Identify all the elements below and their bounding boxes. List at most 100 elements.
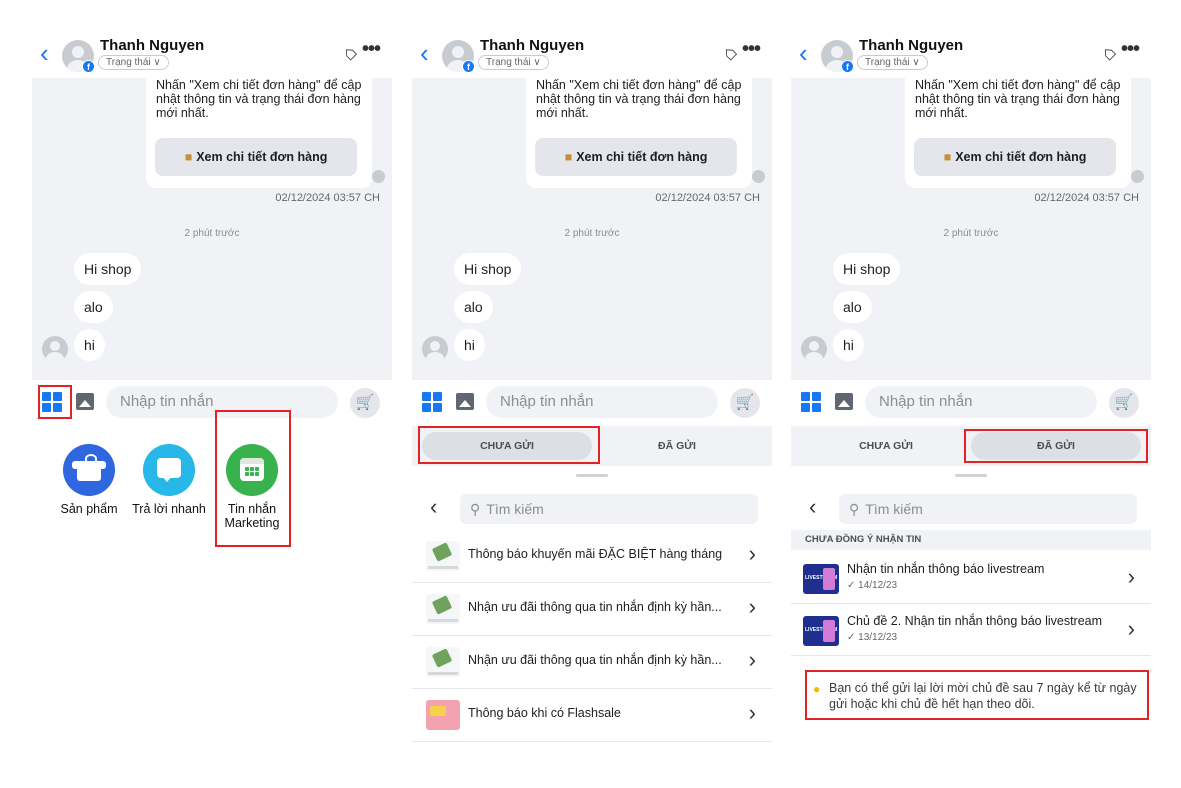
tag-icon[interactable]: ⌂ [338, 41, 363, 66]
message-timestamp: 02/12/2024 03:57 CH [1034, 192, 1139, 204]
tag-icon[interactable]: ⌂ [718, 41, 743, 66]
chat-header: ‹ f Thanh Nguyen Trạng thái ∨ ⌂ ••• [412, 30, 772, 78]
tool-products[interactable]: Sản phẩm [54, 444, 124, 516]
more-icon[interactable]: ••• [1121, 38, 1140, 61]
chevron-right-icon: › [1127, 616, 1135, 641]
view-order-button[interactable]: ■ Xem chi tiết đơn hàng [535, 138, 737, 176]
order-info-text: Nhấn "Xem chi tiết đơn hàng" để cập nhật… [536, 78, 742, 120]
chat-area: Nhấn "Xem chi tiết đơn hàng" để cập nhật… [791, 78, 1151, 380]
sent-sheet: ‹ ⚲ Tìm kiếm CHƯA ĐỒNG Ý NHẬN TIN Nhận ti… [791, 466, 1151, 766]
template-item[interactable]: Nhận ưu đãi thông qua tin nhắn định kỳ h… [412, 583, 772, 636]
view-order-button[interactable]: ■ Xem chi tiết đơn hàng [914, 138, 1116, 176]
tag-icon[interactable]: ⌂ [1097, 41, 1122, 66]
section-label: CHƯA ĐỒNG Ý NHẬN TIN [791, 530, 1151, 550]
topic-item[interactable]: Nhận tin nhắn thông báo livestream ✓ 14/… [791, 552, 1151, 604]
highlight-grid-button [38, 385, 72, 419]
livestream-thumbnail [803, 564, 839, 594]
status-dropdown[interactable]: Trạng thái ∨ [478, 55, 549, 70]
chevron-right-icon: › [748, 647, 756, 672]
contact-name[interactable]: Thanh Nguyen [100, 37, 204, 54]
back-icon[interactable]: ‹ [40, 40, 49, 66]
template-item[interactable]: Nhận ưu đãi thông qua tin nhắn định kỳ h… [412, 636, 772, 689]
order-info-card: Nhấn "Xem chi tiết đơn hàng" để cập nhật… [905, 78, 1131, 188]
tools-panel: Sản phẩm Trả lời nhanh Tin nhắn Marketin… [32, 444, 392, 564]
cart-icon[interactable]: 🛒 [730, 388, 760, 418]
cart-icon[interactable]: 🛒 [350, 388, 380, 418]
chevron-right-icon: › [748, 541, 756, 566]
facebook-icon: f [841, 60, 854, 73]
back-icon[interactable]: ‹ [809, 496, 816, 518]
search-placeholder: Tìm kiếm [865, 501, 923, 517]
message-input[interactable]: Nhập tin nhắn [486, 386, 718, 418]
message-timestamp: 02/12/2024 03:57 CH [275, 192, 380, 204]
package-icon: ■ [564, 150, 573, 164]
flashsale-thumbnail [426, 700, 460, 730]
order-info-text: Nhấn "Xem chi tiết đơn hàng" để cập nhật… [156, 78, 362, 120]
sender-avatar [801, 336, 827, 362]
contact-name[interactable]: Thanh Nguyen [480, 37, 584, 54]
more-icon[interactable]: ••• [742, 38, 761, 61]
tool-quick-reply[interactable]: Trả lời nhanh [130, 444, 208, 516]
search-input[interactable]: ⚲ Tìm kiếm [839, 494, 1137, 524]
template-thumbnail [426, 594, 460, 624]
message-input[interactable]: Nhập tin nhắn [865, 386, 1097, 418]
topic-item[interactable]: Chủ đề 2. Nhận tin nhắn thông báo livest… [791, 604, 1151, 656]
more-icon[interactable]: ••• [362, 38, 381, 61]
sheet-handle[interactable] [955, 474, 987, 477]
view-order-label: Xem chi tiết đơn hàng [196, 150, 328, 164]
image-icon[interactable] [456, 393, 474, 410]
highlight-unsent-tab [418, 426, 600, 464]
product-icon [63, 444, 115, 496]
time-ago: 2 phút trước [564, 228, 620, 239]
highlight-hint [805, 670, 1149, 720]
search-icon: ⚲ [470, 501, 481, 517]
grid-icon[interactable] [422, 392, 442, 412]
sheet-handle[interactable] [576, 474, 608, 477]
image-icon[interactable] [76, 393, 94, 410]
chevron-right-icon: › [748, 594, 756, 619]
chevron-right-icon: › [1127, 564, 1135, 589]
chat-area: Nhấn "Xem chi tiết đơn hàng" để cập nhật… [32, 78, 392, 380]
package-icon: ■ [184, 150, 193, 164]
input-bar: Nhập tin nhắn 🛒 [32, 380, 392, 426]
template-thumbnail [426, 647, 460, 677]
view-order-button[interactable]: ■ Xem chi tiết đơn hàng [155, 138, 357, 176]
facebook-icon: f [82, 60, 95, 73]
template-label: Nhận ưu đãi thông qua tin nhắn định kỳ h… [468, 653, 722, 667]
tab-sent[interactable]: ĐÃ GỬI [592, 432, 762, 460]
status-dropdown[interactable]: Trạng thái ∨ [857, 55, 928, 70]
contact-name[interactable]: Thanh Nguyen [859, 37, 963, 54]
order-info-card: Nhấn "Xem chi tiết đơn hàng" để cập nhật… [146, 78, 372, 188]
highlight-marketing-tool [215, 410, 291, 547]
order-info-text: Nhấn "Xem chi tiết đơn hàng" để cập nhật… [915, 78, 1121, 120]
chat-header: ‹ f Thanh Nguyen Trạng thái ∨ ⌂ ••• [32, 30, 392, 78]
back-icon[interactable]: ‹ [799, 40, 808, 66]
chat-header: ‹ f Thanh Nguyen Trạng thái ∨ ⌂ ••• [791, 30, 1151, 78]
seen-avatar [372, 170, 385, 183]
template-label: Nhận ưu đãi thông qua tin nhắn định kỳ h… [468, 600, 722, 614]
chat-bubble-icon [143, 444, 195, 496]
facebook-icon: f [462, 60, 475, 73]
message-bubble: Hi shop [454, 253, 522, 285]
panel-sent: ‹ f Thanh Nguyen Trạng thái ∨ ⌂ ••• Nhấn… [791, 30, 1151, 766]
topic-date: ✓ 13/12/23 [847, 632, 898, 643]
view-order-label: Xem chi tiết đơn hàng [955, 150, 1087, 164]
image-icon[interactable] [835, 393, 853, 410]
tab-unsent[interactable]: CHƯA GỬI [801, 432, 971, 460]
sender-avatar [422, 336, 448, 362]
template-item[interactable]: Thông báo khi có Flashsale › [412, 689, 772, 742]
topic-date: ✓ 14/12/23 [847, 580, 898, 591]
search-input[interactable]: ⚲ Tìm kiếm [460, 494, 758, 524]
template-item[interactable]: Thông báo khuyến mãi ĐẶC BIỆT hàng tháng… [412, 530, 772, 583]
message-bubble: hi [454, 329, 485, 361]
search-icon: ⚲ [849, 501, 860, 517]
grid-icon[interactable] [801, 392, 821, 412]
panel-tools: ‹ f Thanh Nguyen Trạng thái ∨ ⌂ ••• Nhấn… [32, 30, 392, 760]
back-icon[interactable]: ‹ [420, 40, 429, 66]
status-dropdown[interactable]: Trạng thái ∨ [98, 55, 169, 70]
highlight-sent-tab [964, 429, 1148, 463]
message-bubble: alo [74, 291, 113, 323]
back-icon[interactable]: ‹ [430, 496, 437, 518]
message-bubble: alo [833, 291, 872, 323]
cart-icon[interactable]: 🛒 [1109, 388, 1139, 418]
